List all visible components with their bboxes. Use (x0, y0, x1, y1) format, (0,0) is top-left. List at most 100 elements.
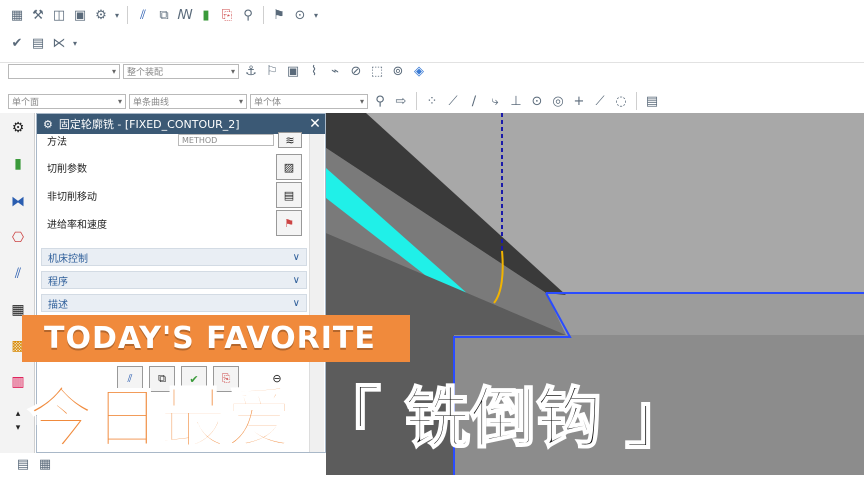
table-icon[interactable]: ▦ (36, 455, 54, 473)
create-method-icon[interactable]: ▣ (71, 6, 89, 24)
snap-bar: 单个面 ▾ 单条曲线 ▾ 单个体 ▾ ⚲ ⇨ ⁘ ⟋ ∕ ⤷ ⊥ ⊙ ◎ + ⟋ ◌ … (0, 92, 864, 110)
feeds-row: 进给率和速度 ⚑ (47, 210, 302, 236)
create-tool-icon[interactable]: ⚒ (29, 6, 47, 24)
chevron-down-icon: ▾ (117, 96, 122, 106)
line-icon[interactable]: ⟋ (444, 92, 462, 110)
dropdown-arrow-icon[interactable]: ▾ (71, 34, 79, 52)
select-rect-icon[interactable]: ⬚ (368, 63, 386, 81)
chinese-title: 今日最爱 「 铣倒钩 」 (27, 379, 692, 458)
scope-select[interactable]: 整个装配 ▾ (123, 64, 239, 79)
chevron-down-icon: ∨ (292, 297, 300, 309)
non-cut-row: 非切削移动 ▤ (47, 182, 302, 208)
toolbar-separator (127, 6, 128, 24)
main-toolbar: ▦ ⚒ ◫ ▣ ⚙ ▾ ⫽ ⧉ ꟿ ▮ ⎘ ⚲ ⚑ ⊙ ▾ (0, 4, 864, 26)
select-filter-icon[interactable]: ⚐ (263, 63, 281, 81)
shop-doc-icon[interactable]: ⚑ (270, 6, 288, 24)
machine-icon[interactable]: ▮ (8, 153, 28, 175)
feature-icon[interactable]: ✔ (8, 34, 26, 52)
dialog-titlebar: ⚙ 固定轮廓铣 - [FIXED_CONTOUR_2] ✕ (37, 114, 325, 134)
section-label: 机床控制 (48, 253, 88, 265)
create-geometry-icon[interactable]: ◫ (50, 6, 68, 24)
chevron-down-icon: ∨ (292, 274, 300, 286)
dropdown-arrow-icon[interactable]: ▾ (113, 6, 121, 24)
section-description[interactable]: 描述 ∨ (41, 294, 307, 312)
feeds-label: 进给率和速度 (47, 219, 107, 231)
layer-icon[interactable]: ▤ (14, 455, 32, 473)
title-part-black: 「 铣倒钩 」 (314, 379, 692, 458)
toolbar-separator (263, 6, 264, 24)
body-rule-value: 单个体 (254, 97, 282, 108)
select-circle-icon[interactable]: ⊘ (347, 63, 365, 81)
arc-icon[interactable]: ⤷ (486, 92, 504, 110)
curve-icon[interactable]: ∕ (465, 92, 483, 110)
curve-rule-value: 单条曲线 (133, 97, 170, 108)
chevron-down-icon: ▾ (359, 96, 364, 106)
select-box-icon[interactable]: ▣ (284, 63, 302, 81)
face-rule-value: 单个面 (12, 97, 40, 108)
face-rule-select[interactable]: 单个面 ▾ (8, 93, 126, 109)
simulate-icon[interactable]: ▮ (197, 6, 215, 24)
layer-icon[interactable]: ▤ (643, 92, 661, 110)
dropdown-arrow-icon[interactable]: ▾ (312, 6, 320, 24)
non-cut-label: 非切削移动 (47, 191, 97, 203)
center-icon[interactable]: ⊙ (528, 92, 546, 110)
measure-icon[interactable]: ⋉ (50, 34, 68, 52)
method-select[interactable]: METHOD (178, 134, 274, 146)
table-icon[interactable]: ▤ (29, 34, 47, 52)
selection-bar: ▾ 整个装配 ▾ ⚓ ⚐ ▣ ⌇ ⌁ ⊘ ⬚ ⊚ ◈ (0, 62, 864, 80)
cut-params-button[interactable]: ▨ (276, 154, 302, 180)
arrow-icon[interactable]: ⇨ (392, 92, 410, 110)
close-icon[interactable]: ✕ (305, 116, 325, 132)
cut-params-row: 切削参数 ▨ (47, 154, 302, 180)
postprocess-icon[interactable]: ⎘ (218, 6, 236, 24)
tool-output-icon[interactable]: ⚲ (239, 6, 257, 24)
gear-icon[interactable]: ⚙ (8, 117, 28, 139)
create-operation-icon[interactable]: ⚙ (92, 6, 110, 24)
toolbar-separator (636, 92, 637, 110)
snap-point-icon[interactable]: ⚲ (371, 92, 389, 110)
section-machine-control[interactable]: 机床控制 ∨ (41, 248, 307, 266)
perp-icon[interactable]: ⊥ (507, 92, 525, 110)
title-part-orange: 今日最爱 (27, 379, 293, 458)
gear-icon: ⚙ (43, 117, 53, 131)
section-label: 程序 (48, 276, 68, 288)
feeds-button[interactable]: ⚑ (276, 210, 302, 236)
non-cut-button[interactable]: ▤ (276, 182, 302, 208)
replay-icon[interactable]: ⧉ (155, 6, 173, 24)
quadrant-icon[interactable]: ◎ (549, 92, 567, 110)
method-label: 方法 (47, 136, 67, 148)
bottom-toolbar: ▤ ▦ (0, 453, 864, 475)
curve-rule-select[interactable]: 单条曲线 ▾ (129, 93, 247, 109)
method-value: METHOD (182, 135, 218, 145)
scope-value: 整个装配 (127, 68, 164, 78)
scroll-down-icon[interactable]: ▾ (8, 417, 28, 439)
type-filter-select[interactable]: ▾ (8, 64, 120, 79)
snap-icon[interactable]: ⌇ (305, 63, 323, 81)
view-icon[interactable]: ⊚ (389, 63, 407, 81)
deselect-icon[interactable]: ⌁ (326, 63, 344, 81)
navigator-icon[interactable]: ⫽ (8, 263, 28, 285)
english-banner: TODAY'S FAVORITE (22, 315, 410, 362)
toolbar-separator (416, 92, 417, 110)
secondary-toolbar: ✔ ▤ ⋉ ▾ (0, 32, 864, 54)
verify-icon[interactable]: ꟿ (176, 6, 194, 24)
endpoint-icon[interactable]: ⁘ (423, 92, 441, 110)
assembly-icon[interactable]: ⧓ (8, 191, 28, 213)
select-all-icon[interactable]: ⚓ (242, 63, 260, 81)
method-row: 方法 METHOD ≋ (47, 132, 302, 148)
point-icon[interactable]: ◌ (612, 92, 630, 110)
intersection-icon[interactable]: + (570, 92, 588, 110)
create-program-icon[interactable]: ▦ (8, 6, 26, 24)
constraint-icon[interactable]: ⎔ (8, 227, 28, 249)
section-program[interactable]: 程序 ∨ (41, 271, 307, 289)
body-rule-select[interactable]: 单个体 ▾ (250, 93, 368, 109)
edit-method-button[interactable]: ≋ (278, 132, 302, 148)
chevron-down-icon: ▾ (230, 67, 235, 76)
chevron-down-icon: ▾ (111, 67, 116, 76)
generate-path-icon[interactable]: ⫽ (134, 6, 152, 24)
history-icon[interactable]: ▥ (8, 371, 28, 393)
tangent-icon[interactable]: ⟋ (591, 92, 609, 110)
output-cls-icon[interactable]: ⊙ (291, 6, 309, 24)
cube-icon[interactable]: ◈ (410, 63, 428, 81)
section-label: 描述 (48, 299, 68, 311)
